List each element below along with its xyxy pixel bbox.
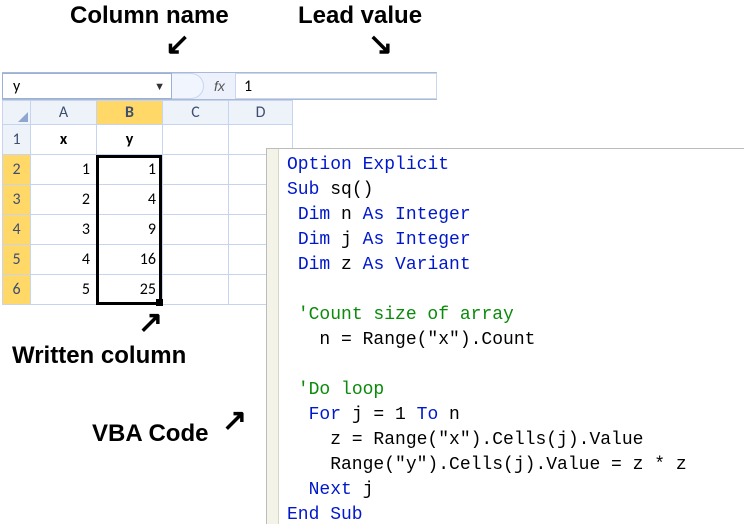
col-header-D[interactable]: D [229,101,293,125]
cell-A6[interactable]: 5 [31,275,97,305]
cell-A2[interactable]: 1 [31,155,97,185]
table-row: 4 3 9 [3,215,293,245]
table-row: 5 4 16 [3,245,293,275]
cell-C5[interactable] [163,245,229,275]
row-header-6[interactable]: 6 [3,275,31,305]
row-header-5[interactable]: 5 [3,245,31,275]
cell-A4[interactable]: 3 [31,215,97,245]
annotation-vba-code: VBA Code [92,420,208,448]
arrow-vba-code: ↗ [222,406,247,436]
cell-C1[interactable] [163,125,229,155]
cell-B4[interactable]: 9 [97,215,163,245]
spreadsheet-grid[interactable]: A B C D 1 x y 2 1 1 3 2 4 4 [2,100,293,305]
table-row: 1 x y [3,125,293,155]
name-box[interactable]: y ▼ [2,73,172,99]
cell-B2[interactable]: 1 [97,155,163,185]
table-row: 2 1 1 [3,155,293,185]
cell-B1[interactable]: y [97,125,163,155]
vba-code-text[interactable]: Option Explicit Sub sq() Dim n As Intege… [287,153,740,520]
row-header-4[interactable]: 4 [3,215,31,245]
formula-bar-cap [172,73,204,99]
name-box-dropdown-icon[interactable]: ▼ [154,80,165,93]
vba-code-panel: Option Explicit Sub sq() Dim n As Intege… [266,148,744,524]
row-header-3[interactable]: 3 [3,185,31,215]
fx-icon[interactable]: fx [204,73,236,99]
cell-B6[interactable]: 25 [97,275,163,305]
cell-B3[interactable]: 4 [97,185,163,215]
name-box-value: y [13,77,20,96]
cell-C2[interactable] [163,155,229,185]
cell-C4[interactable] [163,215,229,245]
col-header-B[interactable]: B [97,101,163,125]
annotation-column-name: Column name [70,2,229,30]
formula-bar: y ▼ fx 1 [2,72,437,100]
row-header-2[interactable]: 2 [3,155,31,185]
cell-A1[interactable]: x [31,125,97,155]
code-gutter [267,149,279,524]
formula-input[interactable]: 1 [236,73,437,99]
column-headers: A B C D [3,101,293,125]
col-header-A[interactable]: A [31,101,97,125]
annotation-lead-value: Lead value [298,2,422,30]
formula-value: 1 [244,77,252,96]
row-header-1[interactable]: 1 [3,125,31,155]
cell-A3[interactable]: 2 [31,185,97,215]
select-all-corner[interactable] [3,101,31,125]
table-row: 3 2 4 [3,185,293,215]
col-header-C[interactable]: C [163,101,229,125]
cell-B5[interactable]: 16 [97,245,163,275]
arrow-written-column: ↗ [138,308,163,338]
arrow-lead-value: ↘ [368,30,393,60]
arrow-column-name: ↙ [165,30,190,60]
cell-A5[interactable]: 4 [31,245,97,275]
table-row: 6 5 25 [3,275,293,305]
annotation-written-column: Written column [12,342,186,370]
cell-C6[interactable] [163,275,229,305]
cell-C3[interactable] [163,185,229,215]
